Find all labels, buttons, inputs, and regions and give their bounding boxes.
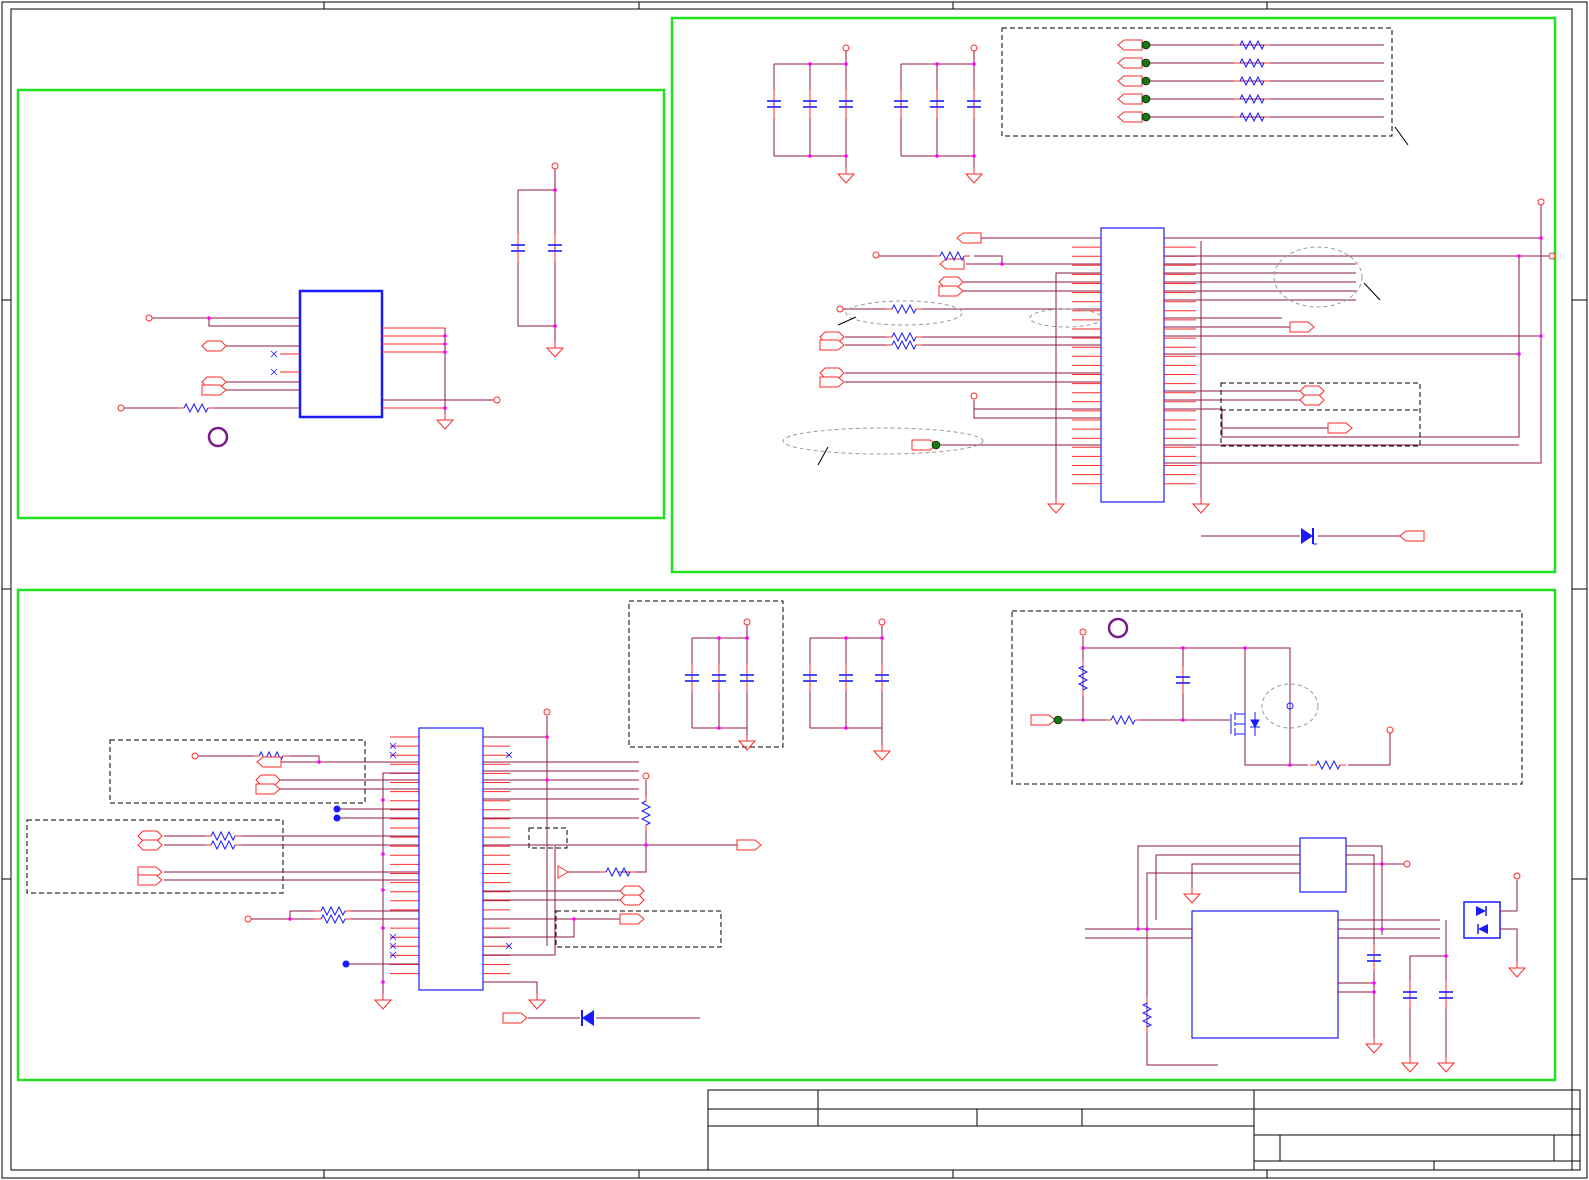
block-top-left [16,88,666,520]
ic-body-u5 [1191,910,1339,1039]
annotation-ellipses [782,246,1363,455]
ic-body-u3 [418,727,484,991]
schematic-sheet [1,1,1588,1179]
bottom-circuit [26,600,1526,1073]
ic-body-u1 [298,289,384,419]
ic-body-u2 [1100,227,1165,503]
mosfet-icon [1230,712,1260,736]
block-bottom [16,588,1557,1082]
no-connect-icon [270,350,278,358]
ground-icon [436,413,454,430]
connector-dots [1141,40,1151,122]
title-block [707,1089,1581,1171]
ring-marker-icon [1107,617,1129,639]
top-left-circuit [117,162,564,448]
resistor-icon [177,403,215,413]
net-port-icon [201,340,227,352]
ring-marker-icon [207,426,229,448]
diode-icon [581,1010,594,1026]
top-right-circuit [390,27,1556,975]
diode-icon [1301,528,1317,545]
dual-diode-icon [1463,901,1501,939]
ic-body-u4 [1299,837,1347,893]
